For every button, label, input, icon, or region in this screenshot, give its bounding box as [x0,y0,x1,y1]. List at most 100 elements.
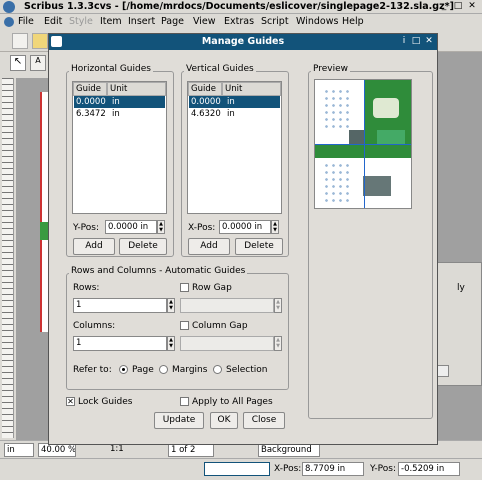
close-icon[interactable]: ✕ [424,36,434,46]
unit-select[interactable]: in [4,443,34,457]
ypos-spinner[interactable]: ▲ ▼ [157,220,165,234]
columns-input[interactable]: 1 [73,336,167,351]
page-element[interactable] [40,222,48,240]
menu-page[interactable]: Page [161,16,184,27]
column-header-guide[interactable]: Guide [188,82,222,96]
ypos-value: -0.5209 in [398,462,460,476]
preview-dots [323,162,353,202]
refer-margins-label: Margins [172,365,208,375]
delete-horizontal-guide-button[interactable]: Delete [119,238,167,255]
preview-photo [349,130,365,144]
maximize-icon[interactable]: □ [411,36,421,46]
row-gap-label: Row Gap [192,283,232,293]
apply-all-pages-label: Apply to All Pages [192,397,273,407]
dialog-title: Manage Guides [201,36,285,47]
column-gap-spinner[interactable]: ▲ ▼ [274,336,282,351]
columns-label: Columns: [73,321,116,331]
status-bar: X-Pos: 8.7709 in Y-Pos: -0.5209 in [0,458,482,480]
row-gap-input[interactable] [180,298,274,313]
preview-photo [363,176,391,196]
menu-view[interactable]: View [193,16,216,27]
close-icon[interactable]: ✕ [466,1,478,11]
menu-insert[interactable]: Insert [128,16,155,27]
refer-selection-radio[interactable] [213,365,222,374]
menu-item[interactable]: Item [100,16,122,27]
column-header-unit[interactable]: Unit [107,82,166,96]
menu-windows[interactable]: Windows [296,16,338,27]
menubar: File Edit Style Item Insert Page View Ex… [0,14,482,30]
document-page[interactable] [40,92,48,332]
lock-guides-checkbox[interactable]: ✕ [66,397,75,406]
row-gap-spinner[interactable]: ▲ ▼ [274,298,282,313]
xpos-spinner[interactable]: ▲ ▼ [271,220,279,234]
table-row[interactable]: 6.3472 in [74,108,165,120]
status-field [204,462,270,476]
zoom-one-to-one-button[interactable]: 1:1 [110,444,124,454]
info-icon[interactable]: i [399,36,409,46]
ypos-input[interactable]: 0.0000 in [105,220,157,234]
guide-value: 0.0000 [191,97,221,107]
panel-button[interactable] [437,365,449,377]
ypos-label: Y-Pos: [370,464,397,474]
app-menu-icon[interactable] [4,17,14,27]
column-header-guide[interactable]: Guide [73,82,107,96]
open-folder-icon[interactable] [32,33,48,49]
column-gap-label: Column Gap [192,321,248,331]
new-document-icon[interactable] [12,33,28,49]
menu-extras[interactable]: Extras [224,16,254,27]
horizontal-guides-list[interactable]: Guide Unit 0.0000 in 6.3472 in [72,81,167,214]
update-button[interactable]: Update [154,412,204,429]
app-title-bar: Scribus 1.3.3cvs - [/home/mrdocs/Documen… [0,0,482,14]
table-row[interactable]: 0.0000 in [74,96,165,108]
ypos-label: Y-Pos: [73,223,100,233]
select-arrow-icon[interactable]: ↖ [10,55,26,71]
dialog-title-bar: Manage Guides i □ ✕ [49,34,437,50]
column-gap-input[interactable] [180,336,274,351]
guide-unit: in [112,109,120,119]
vertical-guides-list[interactable]: Guide Unit 0.0000 in 4.6320 in [187,81,282,214]
zoom-field[interactable]: 40.00 % [38,443,76,457]
rows-label: Rows: [73,283,100,293]
refer-page-radio[interactable] [119,365,128,374]
guide-value: 6.3472 [76,109,106,119]
apply-all-pages-checkbox[interactable] [180,397,189,406]
minimize-icon[interactable]: _ [438,1,450,11]
add-vertical-guide-button[interactable]: Add [188,238,230,255]
manage-guides-dialog: Manage Guides i □ ✕ Horizontal Guides Gu… [48,33,438,445]
layer-select[interactable]: Background [258,443,320,457]
preview-title: Preview [311,64,351,74]
menu-file[interactable]: File [18,16,34,27]
text-frame-icon[interactable]: A [30,55,46,71]
page-select[interactable]: 1 of 2 [168,443,214,457]
menu-edit[interactable]: Edit [44,16,62,27]
table-row[interactable]: 4.6320 in [189,108,280,120]
menu-help[interactable]: Help [342,16,364,27]
preview-canvas [314,79,412,209]
menu-style[interactable]: Style [69,16,93,27]
rows-spinner[interactable]: ▲ ▼ [167,298,175,313]
horizontal-guides-title: Horizontal Guides [69,64,153,74]
panel-text: ly [457,283,465,293]
xpos-label: X-Pos: [274,464,302,474]
row-gap-checkbox[interactable] [180,283,189,292]
xpos-input[interactable]: 0.0000 in [219,220,271,234]
scribus-logo-icon [3,1,15,13]
close-button[interactable]: Close [243,412,285,429]
ok-button[interactable]: OK [210,412,238,429]
rows-input[interactable]: 1 [73,298,167,313]
app-title: Scribus 1.3.3cvs - [/home/mrdocs/Documen… [24,1,454,12]
column-header-unit[interactable]: Unit [222,82,281,96]
table-row[interactable]: 0.0000 in [189,96,280,108]
lock-guides-label: Lock Guides [78,397,133,407]
guide-value: 4.6320 [191,109,221,119]
column-gap-checkbox[interactable] [180,321,189,330]
menu-script[interactable]: Script [261,16,289,27]
delete-vertical-guide-button[interactable]: Delete [235,238,283,255]
columns-spinner[interactable]: ▲ ▼ [167,336,175,351]
add-horizontal-guide-button[interactable]: Add [73,238,115,255]
rows-columns-title: Rows and Columns - Automatic Guides [69,266,248,276]
refer-margins-radio[interactable] [159,365,168,374]
maximize-icon[interactable]: □ [452,1,464,11]
preview-photo [377,130,405,144]
refer-page-label: Page [132,365,154,375]
